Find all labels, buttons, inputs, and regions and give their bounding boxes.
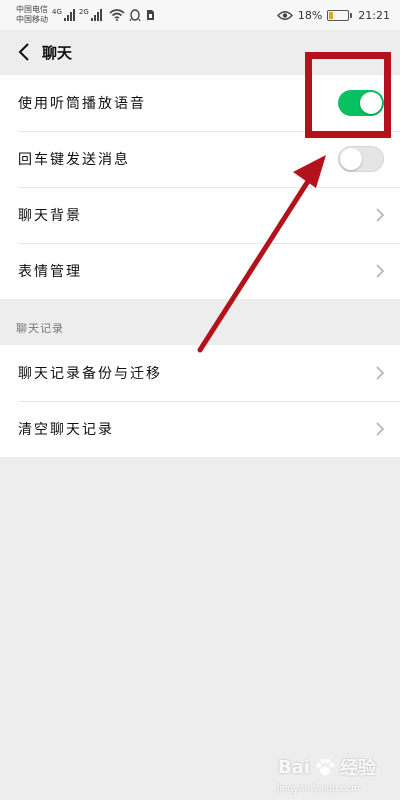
carrier-labels: 中国电信 中国移动 [16, 5, 48, 25]
carrier-1: 中国电信 [16, 5, 48, 14]
chevron-right-icon [376, 208, 384, 222]
setting-backup-migrate[interactable]: 聊天记录备份与迁移 [0, 345, 400, 401]
clock: 21:21 [358, 8, 390, 22]
eye-icon [276, 10, 293, 20]
chevron-right-icon [376, 264, 384, 278]
setting-label: 清空聊天记录 [18, 422, 114, 438]
network-type-2: 2G [78, 8, 89, 16]
sim-icon [146, 10, 154, 20]
qq-icon [129, 8, 141, 21]
toggle-knob [340, 148, 362, 170]
signal-icon: 4G [52, 9, 75, 21]
enter-send-toggle[interactable] [338, 146, 384, 172]
setting-label: 使用听筒播放语音 [18, 96, 146, 112]
watermark-url: jingyan.baidu.com [276, 784, 360, 794]
status-bar: 中国电信 中国移动 4G 2G 18% 21:21 [0, 0, 400, 30]
setting-label: 回车键发送消息 [18, 152, 130, 168]
battery-fill [329, 11, 333, 19]
battery-icon [327, 9, 353, 21]
back-button[interactable] [6, 30, 42, 74]
setting-label: 聊天记录备份与迁移 [18, 366, 162, 382]
carrier-2: 中国移动 [16, 15, 48, 24]
baidu-watermark: Bai 经验 [278, 754, 376, 780]
page-title: 聊天 [42, 43, 73, 62]
watermark-brand-cn: 经验 [340, 758, 376, 779]
setting-clear-history[interactable]: 清空聊天记录 [0, 401, 400, 457]
chevron-left-icon [18, 43, 29, 61]
setting-enter-send: 回车键发送消息 [0, 131, 400, 187]
chevron-right-icon [376, 366, 384, 380]
setting-label: 表情管理 [18, 264, 82, 280]
settings-group-chat-history: 聊天记录备份与迁移 清空聊天记录 [0, 345, 400, 457]
setting-chat-background[interactable]: 聊天背景 [0, 187, 400, 243]
setting-label: 聊天背景 [18, 208, 82, 224]
signal-icon-2: 2G [79, 9, 102, 21]
wifi-icon [109, 9, 125, 21]
chevron-right-icon [376, 422, 384, 436]
setting-sticker-management[interactable]: 表情管理 [0, 243, 400, 299]
paw-icon [316, 758, 335, 776]
watermark-brand: Bai [277, 756, 310, 778]
network-type-1: 4G [52, 8, 62, 16]
battery-percent: 18% [297, 8, 323, 22]
section-label-chat-history: 聊天记录 [16, 322, 64, 335]
annotation-highlight-box [305, 52, 391, 138]
